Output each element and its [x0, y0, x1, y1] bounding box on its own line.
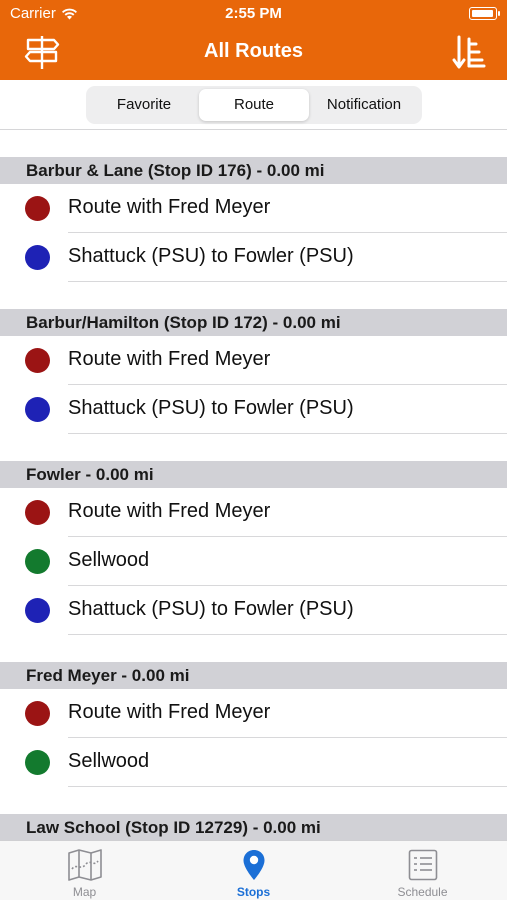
route-color-dot	[25, 701, 50, 726]
tab-bar: Map Stops Schedule	[0, 840, 507, 900]
route-name: Sellwood	[68, 549, 150, 571]
route-row[interactable]: Sellwood	[0, 738, 507, 787]
route-color-dot	[25, 549, 50, 574]
route-row[interactable]: Shattuck (PSU) to Fowler (PSU)	[0, 385, 507, 434]
section-spacer	[0, 130, 507, 157]
segment-bar: Favorite Route Notification	[0, 80, 507, 130]
segment-route[interactable]: Route	[199, 89, 309, 121]
route-color-dot	[25, 348, 50, 373]
row-divider	[68, 281, 507, 282]
row-divider	[68, 786, 507, 787]
tab-label: Map	[72, 885, 97, 899]
tab-schedule[interactable]: Schedule	[338, 841, 507, 900]
section-spacer	[0, 635, 507, 662]
route-name: Route with Fred Meyer	[68, 348, 271, 370]
segment-notification[interactable]: Notification	[309, 89, 419, 121]
route-name: Sellwood	[68, 750, 150, 772]
location-pin-icon	[242, 849, 266, 886]
row-divider	[68, 634, 507, 635]
schedule-list-icon	[408, 849, 438, 886]
stops-route-list[interactable]: Barbur & Lane (Stop ID 176) - 0.00 mi Rou…	[0, 130, 507, 840]
route-row[interactable]: Route with Fred Meyer	[0, 336, 507, 385]
section-spacer	[0, 787, 507, 814]
route-name: Route with Fred Meyer	[68, 701, 271, 723]
route-row[interactable]: Shattuck (PSU) to Fowler (PSU)	[0, 233, 507, 282]
section-spacer	[0, 282, 507, 309]
status-time: 2:55 PM	[225, 5, 282, 22]
route-name: Route with Fred Meyer	[68, 196, 271, 218]
section-spacer	[0, 434, 507, 461]
route-name: Route with Fred Meyer	[68, 500, 271, 522]
segmented-control: Favorite Route Notification	[86, 86, 422, 124]
route-row[interactable]: Route with Fred Meyer	[0, 184, 507, 233]
route-row[interactable]: Route with Fred Meyer	[0, 488, 507, 537]
sort-icon[interactable]	[451, 33, 487, 71]
status-bar: Carrier 2:55 PM	[0, 0, 507, 28]
route-name: Shattuck (PSU) to Fowler (PSU)	[68, 598, 354, 620]
row-divider	[68, 433, 507, 434]
route-color-dot	[25, 245, 50, 270]
tab-stops[interactable]: Stops	[169, 841, 338, 900]
route-color-dot	[25, 500, 50, 525]
route-color-dot	[25, 750, 50, 775]
route-name: Shattuck (PSU) to Fowler (PSU)	[68, 397, 354, 419]
stop-section-header: Barbur & Lane (Stop ID 176) - 0.00 mi	[0, 157, 507, 184]
map-icon	[67, 849, 103, 886]
route-row[interactable]: Sellwood	[0, 537, 507, 586]
route-color-dot	[25, 397, 50, 422]
battery-icon	[469, 7, 500, 20]
route-row[interactable]: Route with Fred Meyer	[0, 689, 507, 738]
tab-label: Schedule	[397, 885, 448, 899]
stop-section-header: Barbur/Hamilton (Stop ID 172) - 0.00 mi	[0, 309, 507, 336]
route-name: Shattuck (PSU) to Fowler (PSU)	[68, 245, 354, 267]
stop-section-header: Fowler - 0.00 mi	[0, 461, 507, 488]
tab-label: Stops	[236, 885, 271, 899]
navigation-bar: Carrier 2:55 PM All Routes	[0, 0, 507, 80]
stop-section-header: Law School (Stop ID 12729) - 0.00 mi	[0, 814, 507, 840]
route-color-dot	[25, 196, 50, 221]
segment-favorite[interactable]: Favorite	[89, 89, 199, 121]
app-screen: Carrier 2:55 PM All Routes Favorite Rout…	[0, 0, 507, 900]
route-row[interactable]: Shattuck (PSU) to Fowler (PSU)	[0, 586, 507, 635]
page-title: All Routes	[204, 40, 303, 62]
stop-section-header: Fred Meyer - 0.00 mi	[0, 662, 507, 689]
tab-map[interactable]: Map	[0, 841, 169, 900]
route-color-dot	[25, 598, 50, 623]
